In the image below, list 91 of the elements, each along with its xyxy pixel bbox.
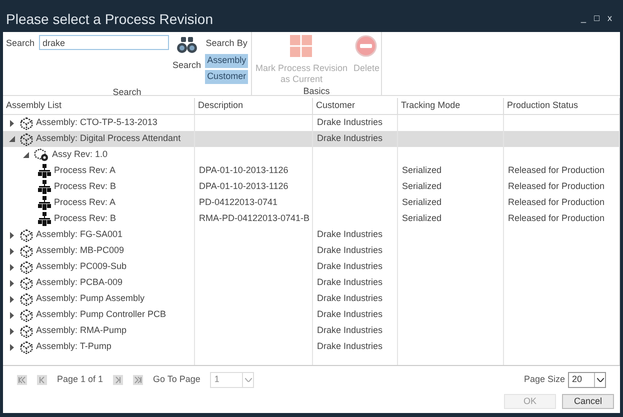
table-cell-text: DPA-01-10-2013-1126: [199, 180, 288, 194]
cube-icon: [20, 324, 33, 338]
page-info: Page 1 of 1: [57, 373, 104, 386]
table-cell-text: Released for Production: [508, 196, 605, 210]
table-cell-text: Drake Industries: [317, 340, 383, 354]
expand-arrow-icon[interactable]: [9, 328, 15, 334]
expand-arrow-icon[interactable]: [9, 120, 15, 126]
table-cell-text: Drake Industries: [317, 228, 383, 242]
table-cell-text: Serialized: [402, 212, 442, 226]
column-header[interactable]: Production Status: [507, 99, 578, 113]
tree-item-label: Assembly: CTO-TP-5-13-2013: [36, 116, 158, 130]
tree-item-label: Assembly: Pump Assembly: [36, 292, 145, 306]
next-page-button[interactable]: [113, 375, 124, 385]
expand-arrow-icon[interactable]: [9, 280, 15, 286]
table-cell-text: Released for Production: [508, 164, 605, 178]
page-size-label: Page Size: [524, 373, 565, 386]
table-cell-text: DPA-01-10-2013-1126: [199, 164, 288, 178]
column-header[interactable]: Tracking Mode: [401, 99, 460, 113]
tree-item-label: Assembly: PCBA-009: [36, 276, 123, 290]
search-by-label: Search By: [206, 37, 248, 50]
tree-item-label: Process Rev: B: [54, 212, 116, 226]
go-to-page-label: Go To Page: [153, 373, 200, 386]
cube-icon: [20, 228, 33, 242]
cube-icon: [20, 276, 33, 290]
table-cell-text: Serialized: [402, 196, 442, 210]
column-header[interactable]: Description: [198, 99, 244, 113]
tree-item-label: Process Rev: A: [54, 164, 116, 178]
group-label: Search: [112, 86, 142, 98]
hierarchy-icon: [38, 196, 51, 210]
window-title: Please select a Process Revision: [6, 10, 213, 28]
collapse-arrow-icon[interactable]: [23, 152, 29, 158]
close-button[interactable]: x: [608, 12, 612, 26]
column-header[interactable]: Customer: [316, 99, 356, 113]
tree-item-label: Assembly: RMA-Pump: [36, 324, 127, 338]
tree-item-label: Assembly: T-Pump: [36, 340, 112, 354]
grid-icon: [290, 35, 312, 57]
tree-item-label: Process Rev: A: [54, 196, 116, 210]
column-header[interactable]: Assembly List: [6, 99, 62, 113]
table-cell-text: PD-04122013-0741: [199, 196, 278, 210]
table-cell-text: RMA-PD-04122013-0741-B: [199, 212, 310, 226]
tree-item-label: Assembly: Pump Controller PCB: [36, 308, 166, 322]
page-size-select[interactable]: 20: [568, 372, 606, 388]
expand-arrow-icon[interactable]: [9, 296, 15, 302]
table-cell-text: Drake Industries: [317, 132, 383, 146]
cube-gear-icon: [34, 148, 49, 162]
cube-icon: [20, 244, 33, 258]
tree-item-label: Assembly: Digital Process Attendant: [36, 132, 181, 146]
search-by-toggle[interactable]: Customer: [205, 70, 248, 84]
tree-item-label: Process Rev: B: [54, 180, 116, 194]
table-cell-text: Drake Industries: [317, 260, 383, 274]
tree-item-label: Assembly: FG-SA001: [36, 228, 123, 242]
cube-icon: [20, 340, 33, 354]
maximize-button[interactable]: □: [594, 12, 600, 26]
table-row[interactable]: Assembly: Digital Process Attendant Drake Industries: [3, 131, 620, 147]
minimize-button[interactable]: _: [581, 12, 586, 26]
cancel-button[interactable]: Cancel: [562, 394, 614, 409]
table-cell-text: Released for Production: [508, 212, 605, 226]
hierarchy-icon: [38, 212, 51, 226]
group-label: Basics: [303, 85, 330, 98]
table-cell-text: Drake Industries: [317, 244, 383, 258]
expand-arrow-icon[interactable]: [9, 344, 15, 350]
search-label: Search: [6, 37, 35, 50]
hierarchy-icon: [38, 164, 51, 178]
search-button[interactable]: Search: [172, 36, 202, 86]
table-cell-text: Serialized: [402, 180, 442, 194]
expand-arrow-icon[interactable]: [9, 248, 15, 254]
cube-icon: [20, 132, 33, 146]
cube-icon: [20, 116, 33, 130]
last-page-button[interactable]: [133, 375, 144, 385]
table-cell-text: Drake Industries: [317, 324, 383, 338]
table-cell-text: Drake Industries: [317, 308, 383, 322]
cube-icon: [20, 308, 33, 322]
cube-icon: [20, 292, 33, 306]
table-cell-text: Serialized: [402, 164, 442, 178]
binoculars-icon: [176, 36, 197, 54]
tree-item-label: Assembly: PC009-Sub: [36, 260, 127, 274]
table-cell-text: Drake Industries: [317, 292, 383, 306]
hierarchy-icon: [38, 180, 51, 194]
collapse-arrow-icon[interactable]: [9, 136, 15, 142]
delete-icon: [355, 35, 378, 57]
search-by-toggle[interactable]: Assembly: [205, 54, 248, 68]
search-field[interactable]: drake: [38, 35, 169, 50]
table-cell-text: Drake Industries: [317, 276, 383, 290]
expand-arrow-icon[interactable]: [9, 232, 15, 238]
tree-item-label: Assembly: MB-PC009: [36, 244, 124, 258]
table-cell-text: Released for Production: [508, 180, 605, 194]
expand-arrow-icon[interactable]: [9, 264, 15, 270]
tree-item-label: Assy Rev: 1.0: [52, 148, 108, 162]
cube-icon: [20, 260, 33, 274]
expand-arrow-icon[interactable]: [9, 312, 15, 318]
table-cell-text: Drake Industries: [317, 116, 383, 130]
